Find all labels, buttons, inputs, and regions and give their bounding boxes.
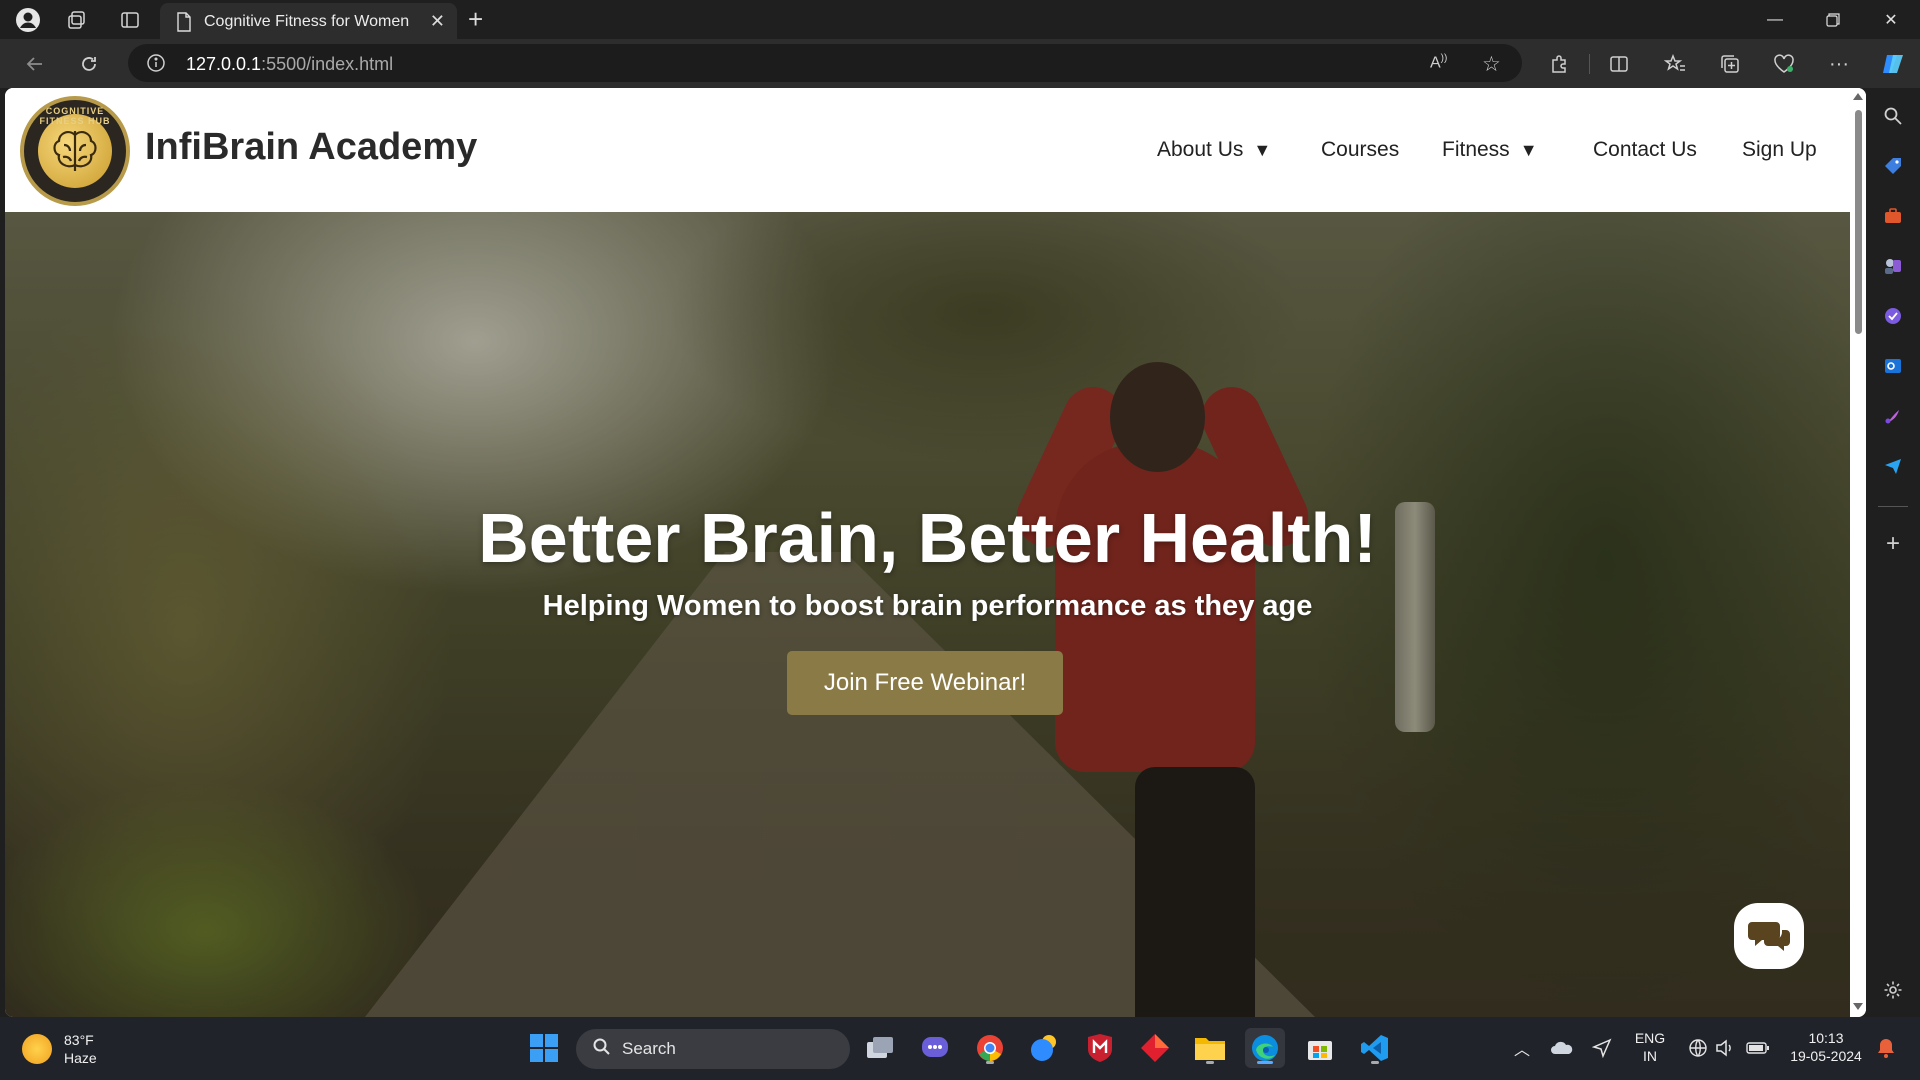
read-aloud-icon[interactable]: A)) (1430, 53, 1447, 72)
copilot-icon[interactable] (1879, 49, 1909, 79)
nav-fitness[interactable]: Fitness ▼ (1442, 138, 1538, 162)
close-window-icon[interactable]: ✕ (1868, 4, 1914, 36)
hero-title: Better Brain, Better Health! (478, 499, 1377, 577)
windows-taskbar: 83°F Haze Search ︿ ENG IN 10:13 19-05-20… (0, 1017, 1920, 1080)
browser-title-bar: Cognitive Fitness for Women ✕ + — ✕ (0, 0, 1920, 39)
chat-icon (1748, 922, 1790, 951)
nav-about-us[interactable]: About Us ▼ (1157, 138, 1271, 162)
minimize-icon[interactable]: — (1752, 4, 1798, 36)
nav-contact-us[interactable]: Contact Us (1593, 138, 1697, 162)
language-indicator[interactable]: ENG IN (1630, 1029, 1670, 1065)
shopping-tag-icon[interactable] (1877, 150, 1909, 182)
edge-sidebar: + (1866, 88, 1920, 1017)
join-webinar-button[interactable]: Join Free Webinar! (787, 651, 1063, 715)
vscode-icon[interactable] (1355, 1028, 1395, 1068)
page-viewport: COGNITIVE FITNESS HUB InfiBrain Academy … (5, 88, 1866, 1017)
search-icon[interactable] (1877, 100, 1909, 132)
chat-widget-button[interactable] (1734, 903, 1804, 969)
send-to-phone-icon[interactable] (1877, 450, 1909, 482)
favorite-star-icon[interactable]: ☆ (1482, 52, 1501, 77)
logo-ring-text: COGNITIVE FITNESS HUB (39, 106, 111, 126)
restore-icon[interactable] (1810, 4, 1856, 36)
workspaces-icon[interactable] (63, 6, 91, 34)
site-info-icon[interactable] (146, 53, 166, 78)
new-tab-icon[interactable]: + (468, 4, 483, 35)
weather-temp: 83°F (64, 1032, 94, 1048)
edge-icon[interactable] (1245, 1028, 1285, 1068)
battery-icon[interactable] (1738, 1028, 1778, 1068)
nav-courses[interactable]: Courses (1321, 138, 1399, 162)
microsoft-store-icon[interactable] (1300, 1028, 1340, 1068)
page-scrollbar[interactable] (1850, 88, 1866, 1017)
copilot-sidebar-icon[interactable] (1877, 300, 1909, 332)
vertical-tabs-icon[interactable] (116, 6, 144, 34)
sidebar-settings-icon[interactable] (1877, 974, 1909, 1006)
favorites-icon[interactable] (1660, 49, 1690, 79)
toolbar-divider (1589, 54, 1590, 74)
scroll-up-icon[interactable] (1853, 93, 1863, 100)
sidebar-divider (1878, 506, 1908, 507)
scroll-thumb[interactable] (1855, 110, 1862, 334)
hero-section: Better Brain, Better Health! Helping Wom… (5, 212, 1850, 1017)
browser-tab[interactable]: Cognitive Fitness for Women ✕ (160, 3, 457, 39)
weather-haze-icon (22, 1034, 52, 1064)
weather-app-icon[interactable] (1025, 1028, 1065, 1068)
games-icon[interactable] (1877, 250, 1909, 282)
file-explorer-icon[interactable] (1190, 1028, 1230, 1068)
show-hidden-icons-icon[interactable]: ︿ (1502, 1028, 1542, 1068)
taskbar-search[interactable]: Search (576, 1029, 850, 1069)
tools-icon[interactable] (1877, 200, 1909, 232)
url-text: 127.0.0.1:5500/index.html (186, 54, 394, 74)
page-icon (176, 12, 192, 37)
designer-icon[interactable] (1877, 400, 1909, 432)
mcafee-icon[interactable] (1080, 1028, 1120, 1068)
address-bar[interactable]: 127.0.0.1:5500/index.html A)) ☆ (128, 44, 1522, 82)
search-label: Search (622, 1039, 676, 1058)
nav-sign-up[interactable]: Sign Up (1742, 138, 1817, 162)
scroll-down-icon[interactable] (1853, 1003, 1863, 1010)
weather-widget[interactable]: 83°F Haze (22, 1031, 97, 1067)
notification-bell-icon[interactable] (1866, 1028, 1906, 1068)
dropdown-caret-icon: ▼ (1519, 140, 1538, 160)
start-icon[interactable] (524, 1028, 564, 1068)
extensions-icon[interactable] (1544, 49, 1574, 79)
hero-subtitle: Helping Women to boost brain performance… (542, 590, 1313, 622)
more-options-icon[interactable]: ··· (1824, 49, 1854, 79)
search-icon (592, 1037, 612, 1062)
teams-chat-icon[interactable] (915, 1028, 955, 1068)
split-screen-icon[interactable] (1604, 49, 1634, 79)
tab-close-icon[interactable]: ✕ (430, 11, 445, 32)
chrome-icon[interactable] (970, 1028, 1010, 1068)
location-arrow-icon[interactable] (1582, 1028, 1622, 1068)
refresh-icon[interactable] (74, 49, 104, 79)
site-header: COGNITIVE FITNESS HUB InfiBrain Academy … (5, 88, 1850, 212)
red-diamond-app-icon[interactable] (1135, 1028, 1175, 1068)
browser-essentials-icon[interactable] (1769, 49, 1799, 79)
brand-logo[interactable]: COGNITIVE FITNESS HUB (20, 96, 130, 206)
dropdown-caret-icon: ▼ (1253, 140, 1272, 160)
tab-title: Cognitive Fitness for Women (204, 13, 410, 30)
add-sidebar-app-icon[interactable]: + (1877, 528, 1909, 560)
browser-toolbar: 127.0.0.1:5500/index.html A)) ☆ ··· (0, 39, 1920, 88)
weather-desc: Haze (64, 1050, 97, 1066)
back-icon[interactable] (20, 49, 50, 79)
onedrive-icon[interactable] (1542, 1028, 1582, 1068)
brand-name[interactable]: InfiBrain Academy (145, 126, 477, 169)
clock[interactable]: 10:13 19-05-2024 (1776, 1029, 1876, 1065)
collections-icon[interactable] (1715, 49, 1745, 79)
outlook-icon[interactable] (1877, 350, 1909, 382)
task-view-icon[interactable] (860, 1028, 900, 1068)
profile-icon[interactable] (14, 6, 42, 34)
